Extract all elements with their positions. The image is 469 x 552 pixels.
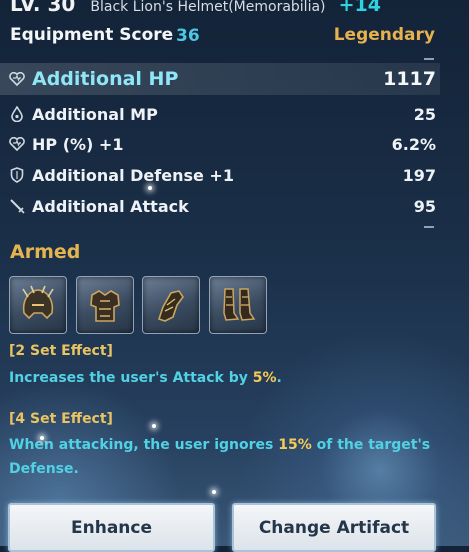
sparkle-decoration: [152, 424, 156, 428]
sparkle-decoration: [212, 490, 216, 494]
set-effect-4-title: [4 Set Effect]: [9, 411, 113, 427]
armed-section-title: Armed: [10, 241, 81, 263]
shield-icon: [8, 166, 26, 184]
heart-icon: [8, 135, 26, 153]
divider-tick-bottom: [424, 226, 434, 228]
equipment-score-label: Equipment Score: [10, 25, 174, 45]
stat-value: 25: [413, 104, 436, 124]
equipment-score-value: 36: [176, 26, 200, 46]
enhance-button[interactable]: Enhance: [8, 503, 215, 552]
sparkle-decoration: [40, 436, 44, 440]
armed-slot-helmet[interactable]: [9, 276, 67, 334]
set-effect-highlight: 15%: [278, 437, 312, 453]
helmet-icon: [22, 285, 54, 320]
stat-label: Additional Defense +1: [32, 165, 234, 185]
set-effect-text: Increases the user's Attack by: [9, 370, 253, 386]
stat-row-hp-percent: HP (%) +1 6.2%: [8, 132, 436, 156]
item-level: LV. 30: [10, 0, 76, 16]
droplet-icon: [8, 105, 26, 123]
stat-row-additional-defense: Additional Defense +1 197: [8, 163, 436, 187]
stat-label: Additional HP: [32, 68, 179, 90]
set-effect-2-title: [2 Set Effect]: [9, 343, 113, 359]
set-effect-2-desc: Increases the user's Attack by 5%.: [9, 366, 439, 390]
armor-icon: [90, 290, 120, 322]
stat-value: 6.2%: [391, 134, 436, 154]
armed-slot-gauntlet[interactable]: [142, 276, 200, 334]
armed-slot-armor[interactable]: [76, 276, 134, 334]
stat-label: HP (%) +1: [32, 134, 124, 154]
sparkle-decoration: [148, 186, 152, 190]
stat-row-additional-mp: Additional MP 25: [8, 102, 436, 126]
rarity-label: Legendary: [333, 25, 435, 45]
set-effect-highlight: 5%: [252, 370, 277, 386]
change-artifact-button[interactable]: Change Artifact: [232, 503, 436, 552]
item-name: Black Lion's Helmet(Memorabilia): [90, 0, 326, 15]
stat-row-additional-hp: Additional HP 1117: [8, 66, 436, 92]
boots-icon: [223, 288, 256, 321]
sword-icon: [8, 197, 26, 215]
armed-slot-boots[interactable]: [209, 276, 267, 334]
stat-row-additional-attack: Additional Attack 95: [8, 194, 436, 218]
set-effect-text: .: [276, 370, 282, 386]
heart-icon: [8, 70, 26, 88]
divider-tick-top: [424, 58, 434, 60]
set-effect-4-desc: When attacking, the user ignores 15% of …: [9, 433, 439, 481]
stat-value: 95: [413, 196, 436, 216]
stat-label: Additional MP: [32, 104, 158, 124]
stat-value: 197: [402, 165, 436, 185]
gauntlet-icon: [157, 290, 184, 322]
stat-label: Additional Attack: [32, 196, 189, 216]
enhance-level: +14: [338, 0, 381, 16]
stat-value: 1117: [383, 68, 436, 90]
item-title-line: LV. 30 Black Lion's Helmet(Memorabilia) …: [10, 0, 381, 16]
set-effect-text: When attacking, the user ignores: [9, 437, 279, 453]
